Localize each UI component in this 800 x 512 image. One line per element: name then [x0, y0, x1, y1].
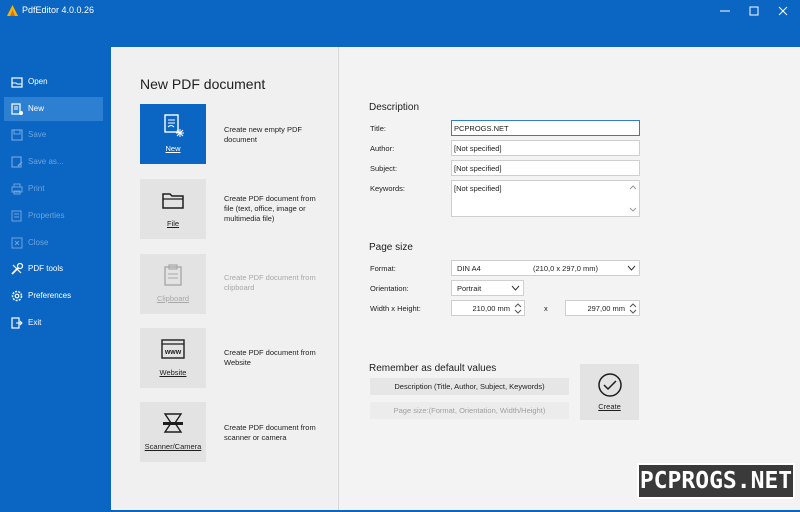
- remember-pagesize-button[interactable]: Page size:(Format, Orientation, Width/He…: [370, 402, 569, 419]
- open-icon: [11, 77, 23, 88]
- description-heading: Description: [369, 102, 420, 113]
- keywords-field[interactable]: [Not specified]: [451, 180, 640, 217]
- watermark-logo: PCPROGS.NET: [637, 463, 795, 499]
- title-label: Title:: [370, 124, 386, 133]
- gear-icon: [11, 290, 23, 302]
- sidebar-item-properties[interactable]: Properties: [4, 204, 103, 228]
- chevron-down-icon[interactable]: [629, 207, 637, 213]
- width-stepper[interactable]: 210,00 mm: [451, 300, 525, 316]
- folder-icon: [162, 193, 184, 209]
- maximize-icon: [749, 6, 759, 16]
- width-value: 210,00 mm: [472, 304, 510, 313]
- print-icon: [11, 183, 23, 195]
- spin-arrows-icon[interactable]: [629, 303, 637, 314]
- orientation-select[interactable]: Portrait: [451, 280, 524, 296]
- chevron-up-icon[interactable]: [629, 184, 637, 190]
- save-icon: [11, 129, 23, 141]
- sidebar-item-new[interactable]: New: [4, 97, 103, 121]
- chevron-down-icon: [627, 265, 636, 271]
- create-button[interactable]: Create: [580, 364, 639, 420]
- format-label: Format:: [370, 264, 396, 273]
- orientation-value: Portrait: [457, 284, 482, 293]
- tools-icon: [11, 262, 24, 275]
- format-dimensions: (210,0 x 297,0 mm): [533, 264, 599, 273]
- format-select[interactable]: DIN A4 (210,0 x 297,0 mm): [451, 260, 640, 276]
- chevron-down-icon: [511, 285, 520, 291]
- dimension-separator: x: [544, 304, 548, 313]
- sidebar-item-pdf-tools[interactable]: PDF tools: [4, 257, 103, 281]
- remember-heading: Remember as default values: [369, 363, 497, 374]
- scanner-icon: [163, 413, 183, 433]
- source-desc-scanner: Create PDF document from scanner or came…: [224, 423, 316, 442]
- checkmark-circle-icon: [598, 373, 622, 397]
- sidebar-item-exit[interactable]: Exit: [4, 311, 103, 335]
- properties-icon: [11, 210, 22, 222]
- sidebar-item-save-as[interactable]: Save as...: [4, 150, 103, 174]
- keywords-label: Keywords:: [370, 184, 406, 193]
- author-field[interactable]: [Not specified]: [451, 140, 640, 156]
- keywords-value: [Not specified]: [454, 184, 502, 193]
- source-tile-clipboard[interactable]: Clipboard: [140, 254, 206, 314]
- orientation-label: Orientation:: [370, 284, 409, 293]
- source-tile-new[interactable]: New: [140, 104, 206, 164]
- source-tile-file[interactable]: File: [140, 179, 206, 239]
- source-tile-website[interactable]: www Website: [140, 328, 206, 388]
- svg-text:www: www: [164, 349, 182, 356]
- main-panel: New PDF document New Create new empty PD…: [111, 47, 800, 510]
- minimize-button[interactable]: [710, 0, 740, 22]
- source-pane: New PDF document New Create new empty PD…: [111, 47, 337, 510]
- exit-icon: [11, 317, 23, 329]
- settings-pane: Description Title: PCPROGS.NET Author: […: [339, 47, 800, 510]
- sidebar: Open New Save Save as... Print Propertie…: [0, 22, 110, 512]
- height-stepper[interactable]: 297,00 mm: [565, 300, 640, 316]
- sidebar-item-close[interactable]: Close: [4, 231, 103, 255]
- width-height-label: Width x Height:: [370, 304, 421, 313]
- website-icon: www: [161, 339, 185, 359]
- close-window-button[interactable]: [768, 0, 798, 22]
- remember-description-button[interactable]: Description (Title, Author, Subject, Key…: [370, 378, 569, 395]
- page-size-heading: Page size: [369, 242, 413, 253]
- sidebar-item-preferences[interactable]: Preferences: [4, 284, 103, 308]
- clipboard-icon: [164, 264, 182, 286]
- maximize-button[interactable]: [739, 0, 769, 22]
- subject-label: Subject:: [370, 164, 398, 173]
- close-icon: [778, 6, 788, 16]
- source-desc-website: Create PDF document from Website: [224, 348, 316, 367]
- source-desc-clipboard: Create PDF document from clipboard: [224, 273, 316, 292]
- format-value: DIN A4: [457, 264, 481, 273]
- window-title: PdfEditor 4.0.0.26: [22, 5, 95, 15]
- page-title: New PDF document: [140, 76, 266, 92]
- source-desc-new: Create new empty PDF document: [224, 125, 302, 144]
- minimize-icon: [720, 10, 730, 12]
- new-document-icon: [164, 114, 184, 137]
- source-desc-file: Create PDF document from file (text, off…: [224, 194, 316, 223]
- close-document-icon: [11, 237, 23, 249]
- source-tile-scanner[interactable]: Scanner/Camera: [140, 402, 206, 462]
- title-bar: PdfEditor 4.0.0.26: [0, 0, 800, 22]
- title-field[interactable]: PCPROGS.NET: [451, 120, 640, 136]
- spin-arrows-icon[interactable]: [514, 303, 522, 314]
- sidebar-item-save[interactable]: Save: [4, 123, 103, 147]
- subject-field[interactable]: [Not specified]: [451, 160, 640, 176]
- app-logo-icon: [7, 5, 18, 16]
- sidebar-item-open[interactable]: Open: [4, 70, 103, 94]
- author-label: Author:: [370, 144, 395, 153]
- height-value: 297,00 mm: [587, 304, 625, 313]
- new-icon: [11, 103, 23, 115]
- save-as-icon: [11, 156, 23, 168]
- sidebar-item-print[interactable]: Print: [4, 177, 103, 201]
